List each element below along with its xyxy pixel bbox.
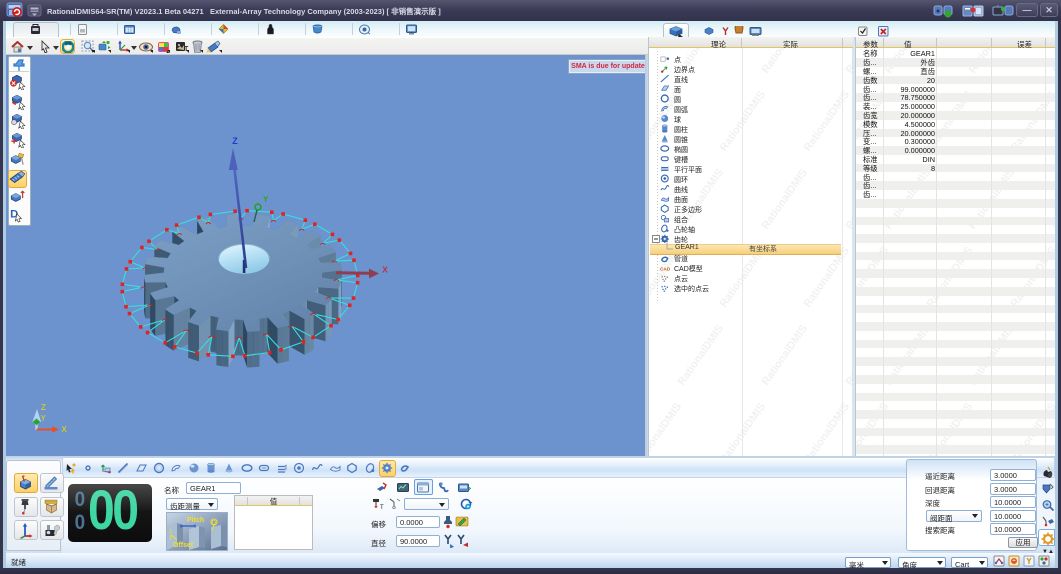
svg-text:Z: Z (232, 136, 238, 146)
svg-text:RationalDMIS: RationalDMIS (718, 401, 769, 456)
svg-text:Y: Y (41, 414, 47, 423)
svg-text:CAD: CAD (660, 267, 670, 273)
svg-text:RationalDMIS: RationalDMIS (844, 323, 853, 388)
svg-text:X: X (382, 265, 388, 275)
svg-text:Z: Z (41, 403, 46, 412)
svg-text:T: T (380, 505, 384, 511)
svg-text:RationalDMIS: RationalDMIS (760, 323, 811, 388)
svg-text:X: X (62, 425, 68, 434)
svg-text:Pitch: Pitch (187, 517, 204, 524)
svg-text:Y: Y (263, 195, 269, 204)
svg-text:Offset: Offset (173, 542, 194, 549)
svg-text:RationalDMIS: RationalDMIS (649, 401, 684, 456)
svg-text:RationalDMIS: RationalDMIS (676, 323, 727, 388)
svg-text:RationalDMIS: RationalDMIS (802, 401, 853, 456)
